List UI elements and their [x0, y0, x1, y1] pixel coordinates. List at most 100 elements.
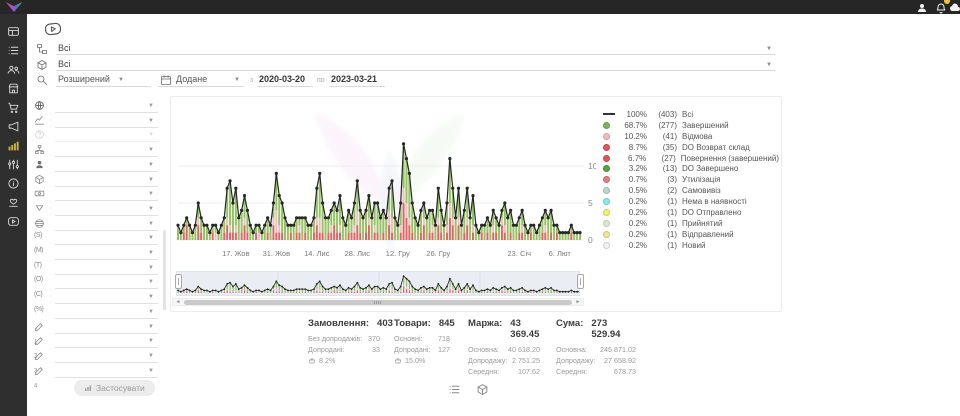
chevron-down-icon[interactable]: ▼	[148, 338, 154, 344]
filter-row-pencil-3[interactable]: 3▼	[33, 350, 158, 363]
filter-row-T[interactable]: (T)▼	[33, 262, 158, 275]
legend-item[interactable]: 10.2%(41)Відмова	[603, 131, 779, 142]
filter-row-globe[interactable]: ▼	[33, 100, 158, 113]
filter-row-package[interactable]: ▼	[33, 174, 158, 187]
filter-row-O[interactable]: (O)▼	[33, 276, 158, 289]
package-view-icon[interactable]	[476, 383, 489, 396]
chevron-down-icon[interactable]: ▼	[148, 191, 154, 197]
chevron-down-icon[interactable]: ▼	[148, 294, 154, 300]
filter-row-globe-grid[interactable]: ▼	[33, 218, 158, 231]
legend-item[interactable]: 3.2%(13)DO Завершено	[603, 163, 779, 174]
chevron-down-icon[interactable]: ▼	[766, 46, 772, 52]
scroll-left-icon[interactable]: ◄	[173, 299, 183, 305]
filter-row-M[interactable]: (M)▼	[33, 247, 158, 260]
chevron-down-icon[interactable]: ▼	[148, 309, 154, 315]
presentation-icon[interactable]	[43, 21, 62, 37]
legend-percent: 0.2%	[619, 241, 647, 250]
chevron-down-icon[interactable]: ▼	[148, 265, 154, 271]
legend-item[interactable]: 6.7%(27)Повернення (завершений)	[603, 153, 779, 164]
chevron-down-icon[interactable]: ▼	[148, 279, 154, 285]
date-to-input[interactable]: 2023-03-21	[331, 74, 377, 84]
navigator-right-handle[interactable]	[577, 274, 584, 289]
chevron-down-icon[interactable]: ▼	[766, 62, 772, 68]
scroll-right-icon[interactable]: ►	[573, 299, 583, 305]
filter-row-S[interactable]: (S)▼	[33, 232, 158, 245]
navigator-left-handle[interactable]	[175, 274, 182, 289]
sidebar-item-dashboard[interactable]	[7, 25, 20, 38]
chevron-down-icon[interactable]: ▼	[234, 77, 240, 83]
filter-row-pencil-2[interactable]: 2▼	[33, 335, 158, 348]
chevron-down-icon[interactable]: ▼	[148, 103, 154, 109]
sidebar-item-customers[interactable]	[7, 63, 20, 76]
list-view-icon[interactable]	[448, 383, 461, 396]
sidebar-item-cart[interactable]	[7, 101, 20, 114]
scrollbar-thumb[interactable]	[184, 300, 572, 305]
filter-row-sitemap[interactable]: ▼	[33, 144, 158, 157]
status-filter-value[interactable]: Всі	[58, 43, 71, 53]
product-filter-value[interactable]: Всі	[58, 59, 71, 69]
legend-item[interactable]: 0.7%(3)Утилізація	[603, 174, 779, 185]
legend-item[interactable]: 100%(403)Всі	[603, 109, 779, 120]
legend-item[interactable]: 0.5%(2)Самовивіз	[603, 185, 779, 196]
legend-item[interactable]: 68.7%(277)Завершений	[603, 120, 779, 131]
svg-text:17. Жов: 17. Жов	[222, 249, 250, 258]
chevron-down-icon[interactable]: ▼	[148, 324, 154, 330]
search-mode-select[interactable]: Розширений	[58, 74, 110, 84]
chevron-down-icon[interactable]: ▼	[148, 118, 154, 124]
chevron-down-icon[interactable]: ▼	[148, 132, 154, 138]
chevron-down-icon[interactable]: ▼	[148, 250, 154, 256]
filter-underline	[55, 362, 158, 363]
filter-row-pct[interactable]: (%)▼	[33, 306, 158, 319]
legend-label: Завершений	[682, 121, 729, 130]
notifications-bell-icon[interactable]	[935, 1, 947, 13]
chevron-down-icon[interactable]: ▼	[148, 162, 154, 168]
theme-cloud-icon[interactable]	[949, 1, 960, 13]
filter-row-money[interactable]: ▼	[33, 188, 158, 201]
legend-item[interactable]: 0.2%(1)Прийнятий	[603, 218, 779, 229]
filter-row-funnel[interactable]: ▼	[33, 203, 158, 216]
dot-swatch	[603, 187, 610, 194]
dot-swatch	[603, 122, 610, 129]
chevron-down-icon[interactable]: ▼	[118, 77, 124, 83]
filter-row-pencil-4[interactable]: 4▼	[33, 365, 158, 378]
date-from-input[interactable]: 2020-03-20	[259, 74, 305, 84]
chevron-down-icon[interactable]: ▼	[148, 368, 154, 374]
sidebar-item-store[interactable]	[7, 82, 20, 95]
chevron-down-icon[interactable]: ▼	[148, 221, 154, 227]
apply-button[interactable]: Застосувати	[74, 380, 155, 396]
legend-item[interactable]: 0.2%(1)Нема в наявності	[603, 196, 779, 207]
orders-chart[interactable]: 051017. Жов31. Жов14. Лис28. Лис12. Гру2…	[176, 106, 596, 264]
chevron-down-icon[interactable]: ▼	[148, 353, 154, 359]
legend-item[interactable]: 0.2%(1)Новий	[603, 240, 779, 251]
filter-underline	[55, 141, 158, 142]
filter-row-person[interactable]: ▼	[33, 159, 158, 172]
legend-item[interactable]: 0.2%(1)Відправлений	[603, 229, 779, 240]
horizontal-scrollbar[interactable]: ◄ ►	[172, 298, 584, 306]
sidebar-item-analytics[interactable]	[7, 139, 20, 152]
app-logo-icon[interactable]	[4, 1, 24, 13]
filter-row-trend[interactable]: ▼	[33, 115, 158, 128]
chevron-down-icon[interactable]: ▼	[148, 177, 154, 183]
user-icon[interactable]	[916, 1, 928, 13]
legend-percent: 0.2%	[619, 230, 647, 239]
chart-navigator[interactable]	[176, 271, 580, 296]
sidebar-item-settings-sliders[interactable]	[7, 158, 20, 171]
panel-scrollbar[interactable]	[163, 230, 166, 310]
stat-sub-label: Середня:	[556, 366, 587, 377]
sidebar-item-announcements[interactable]	[7, 120, 20, 133]
chevron-down-icon[interactable]: ▼	[148, 147, 154, 153]
sidebar-item-loyalty[interactable]	[7, 196, 20, 209]
filter-row-help[interactable]: ▼	[33, 129, 158, 142]
filter-row-pencil-1[interactable]: 1▼	[33, 321, 158, 334]
legend-item[interactable]: 0.2%(1)DO Отправлено	[603, 207, 779, 218]
sidebar-item-video[interactable]	[7, 215, 20, 228]
status-filter-underline	[56, 54, 775, 55]
chevron-down-icon[interactable]: ▼	[148, 235, 154, 241]
chevron-down-icon[interactable]: ▼	[148, 206, 154, 212]
search-icon[interactable]	[36, 73, 48, 85]
sidebar-item-info[interactable]	[7, 177, 20, 190]
legend-item[interactable]: 8.7%(35)DO Возврат склад	[603, 142, 779, 153]
filter-row-C[interactable]: (C)▼	[33, 291, 158, 304]
date-field-select[interactable]: Додане	[176, 74, 207, 84]
sidebar-item-orders-list[interactable]	[7, 44, 20, 57]
